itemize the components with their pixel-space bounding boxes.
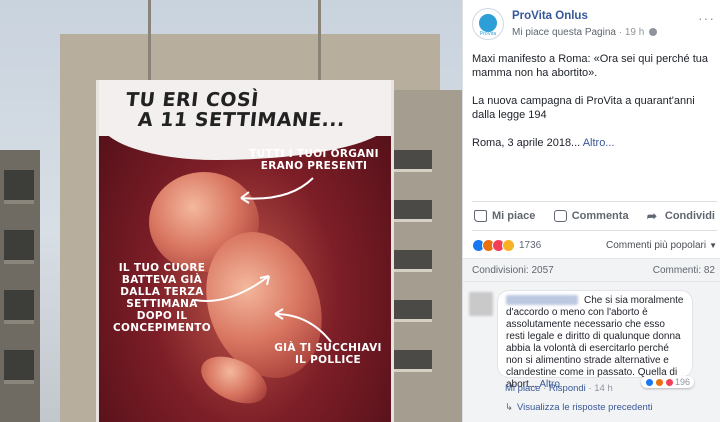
meta-separator: ·: [618, 27, 623, 38]
post-timestamp[interactable]: 19 h: [625, 27, 644, 38]
globe-icon: [649, 28, 658, 37]
comment-bubble: Che si sia moralmente d'accordo o meno c…: [497, 290, 693, 390]
love-reaction-icon: [665, 377, 674, 387]
share-icon: ➦: [646, 209, 657, 223]
building-left: [0, 150, 40, 422]
page-name-link[interactable]: ProVita Onlus: [512, 10, 588, 22]
angry-reaction-icon: [655, 377, 664, 387]
post-paragraph: Maxi manifesto a Roma: «Ora sei qui perc…: [472, 53, 709, 79]
provita-logo-icon: [479, 14, 497, 32]
reactions-summary[interactable]: 1736 Commenti più popolari ▼: [472, 237, 717, 255]
comment-timestamp[interactable]: 14 h: [594, 383, 613, 394]
post-panel: ProVita ProVita Onlus Mi piace questa Pa…: [462, 0, 720, 422]
comment-button[interactable]: Commenta: [553, 210, 629, 222]
banner-title-line-2: A 11 SETTIMANE...: [136, 109, 347, 131]
page-avatar[interactable]: ProVita: [472, 8, 504, 40]
banner: TU ERI COSÌ A 11 SETTIMANE... TUTTI I TU…: [96, 80, 394, 422]
wow-reaction-icon: [502, 239, 515, 252]
like-page-link[interactable]: Mi piace questa Pagina: [512, 27, 616, 38]
like-reaction-icon: [645, 377, 654, 387]
comment-reply-link[interactable]: Rispondi: [549, 383, 586, 394]
chevron-down-icon: ▼: [709, 241, 717, 250]
post-photo[interactable]: TU ERI COSÌ A 11 SETTIMANE... TUTTI I TU…: [0, 0, 462, 422]
reply-arrow-icon: ↳: [505, 402, 513, 413]
comment-sort-dropdown[interactable]: Commenti più popolari ▼: [606, 240, 717, 251]
comment-reaction-count: 196: [675, 377, 691, 387]
comment-section: Che si sia moralmente d'accordo o meno c…: [463, 282, 720, 422]
see-more-link[interactable]: Altro...: [583, 137, 615, 149]
arrow-organs-icon: [240, 177, 314, 204]
comment-reactions[interactable]: 196: [641, 376, 695, 388]
callout-organs: TUTTI I TUOI ORGANI ERANO PRESENTI: [249, 148, 379, 172]
banner-title: TU ERI COSÌ A 11 SETTIMANE...: [123, 89, 377, 131]
post-header: ProVita ProVita Onlus Mi piace questa Pa…: [472, 8, 717, 44]
commenter-avatar[interactable]: [469, 292, 493, 316]
comment-like-link[interactable]: Mi piace: [505, 383, 540, 394]
banner-title-line-1: TU ERI COSÌ: [124, 89, 260, 111]
post-actions: Mi piace Commenta ➦ Condividi: [472, 201, 717, 231]
share-button[interactable]: ➦ Condividi: [647, 210, 715, 222]
pole: [318, 0, 321, 80]
post-paragraph: La nuova campagna di ProVita a quarant'a…: [472, 95, 695, 121]
arrow-thumb-icon: [274, 308, 332, 343]
avatar-caption: ProVita: [479, 31, 497, 37]
comment-icon: [553, 210, 567, 222]
reaction-count[interactable]: 1736: [519, 240, 541, 251]
post-paragraph: Roma, 3 aprile 2018... Altro...: [472, 137, 615, 149]
more-options-icon[interactable]: ···: [698, 10, 715, 26]
comment-actions: Mi piace · Rispondi · 14 h: [505, 383, 613, 394]
post-text: Maxi manifesto a Roma: «Ora sei qui perc…: [472, 52, 718, 164]
pole: [148, 0, 151, 80]
view-replies-link[interactable]: ↳ Visualizza le risposte precedenti: [505, 402, 653, 413]
post-meta: Mi piace questa Pagina · 19 h: [512, 27, 658, 38]
thumbs-up-icon: [474, 210, 487, 222]
counts-bar: Condivisioni: 2057 Commenti: 82: [463, 258, 720, 282]
arrow-heart-icon: [194, 275, 270, 302]
like-button[interactable]: Mi piace: [474, 210, 535, 222]
shares-count[interactable]: Condivisioni: 2057: [472, 265, 554, 276]
comments-count[interactable]: Commenti: 82: [653, 265, 715, 276]
commenter-name-redacted[interactable]: [506, 295, 578, 306]
